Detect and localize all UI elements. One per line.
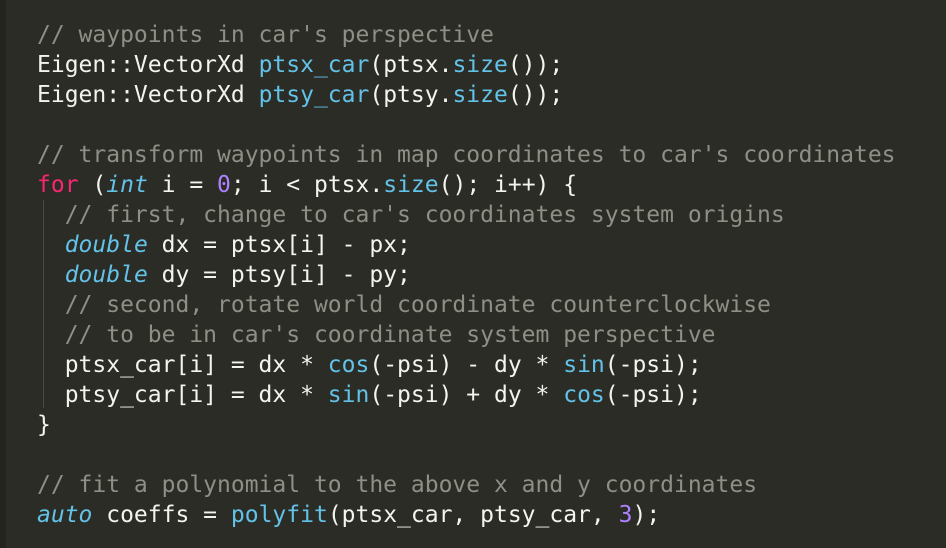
code-token: );: [632, 502, 661, 528]
code-token: (ptsx_car, ptsy_car,: [327, 502, 619, 528]
code-token: polyfit: [230, 502, 328, 528]
code-token: Eigen::VectorXd: [37, 82, 259, 108]
code-editor[interactable]: // waypoints in car's perspective Eigen::…: [0, 0, 946, 548]
code-line: auto coeffs = polyfit(ptsx_car, ptsy_car…: [37, 500, 660, 530]
code-token: (-psi) - dy *: [369, 352, 564, 378]
code-token: size: [452, 82, 508, 108]
code-token: Eigen::VectorXd: [37, 52, 259, 78]
code-line: // second, rotate world coordinate count…: [37, 290, 771, 320]
code-token: (: [78, 172, 107, 198]
code-token: for: [37, 172, 79, 198]
code-token: i =: [147, 172, 218, 198]
code-line: Eigen::VectorXd ptsy_car(ptsy.size());: [37, 80, 563, 110]
code-token: dx = ptsx[i] - px;: [147, 232, 411, 258]
code-token: sin: [327, 382, 370, 408]
code-token: size: [452, 52, 508, 78]
code-token: (ptsy.: [369, 82, 453, 108]
code-line: // waypoints in car's perspective: [37, 20, 494, 50]
code-token: ptsy_car[i] = dx *: [37, 382, 328, 408]
code-token: 3: [618, 502, 633, 528]
code-token: auto: [37, 502, 93, 528]
code-token: double: [64, 262, 148, 288]
code-token: cos: [563, 382, 605, 408]
code-line: double dx = ptsx[i] - px;: [37, 230, 411, 260]
code-token: sin: [563, 352, 605, 378]
code-token: 0: [217, 172, 231, 198]
code-line: }: [37, 410, 51, 440]
code-token: double: [64, 232, 148, 258]
code-line: // transform waypoints in map coordinate…: [37, 140, 896, 170]
code-token: // first, change to car's coordinates sy…: [37, 202, 785, 228]
code-token: // to be in car's coordinate system pers…: [37, 322, 716, 348]
code-line: double dy = ptsy[i] - py;: [37, 260, 411, 290]
code-line: // fit a polynomial to the above x and y…: [37, 470, 757, 500]
code-token: ());: [507, 52, 564, 78]
code-token: dy = ptsy[i] - py;: [147, 262, 411, 288]
code-token: (ptsx.: [369, 52, 453, 78]
code-token: size: [383, 172, 439, 198]
editor-gutter: [0, 0, 6, 548]
code-token: }: [37, 412, 51, 438]
code-token: // waypoints in car's perspective: [37, 22, 494, 48]
code-line: ptsx_car[i] = dx * cos(-psi) - dy * sin(…: [37, 350, 702, 380]
code-token: cos: [327, 352, 370, 378]
code-token: // fit a polynomial to the above x and y…: [37, 472, 758, 498]
code-token: (-psi);: [604, 382, 702, 408]
code-token: ptsx_car[i] = dx *: [37, 352, 328, 378]
code-token: (-psi) + dy *: [369, 382, 564, 408]
code-token: ptsy_car: [258, 82, 370, 108]
code-token: ());: [507, 82, 564, 108]
code-line: for (int i = 0; i < ptsx.size(); i++) {: [37, 170, 577, 200]
code-line: ptsy_car[i] = dx * sin(-psi) + dy * cos(…: [37, 380, 702, 410]
code-token: ; i < ptsx.: [230, 172, 384, 198]
code-token: (); i++) {: [438, 172, 578, 198]
code-token: (-psi);: [604, 352, 702, 378]
code-token: coeffs =: [92, 502, 231, 528]
code-line: Eigen::VectorXd ptsx_car(ptsx.size());: [37, 50, 563, 80]
code-token: // transform waypoints in map coordinate…: [37, 142, 896, 168]
code-token: ptsx_car: [258, 52, 370, 78]
code-token: // second, rotate world coordinate count…: [37, 292, 771, 318]
code-line: // to be in car's coordinate system pers…: [37, 320, 716, 350]
code-token: int: [106, 172, 148, 198]
code-line: // first, change to car's coordinates sy…: [37, 200, 785, 230]
